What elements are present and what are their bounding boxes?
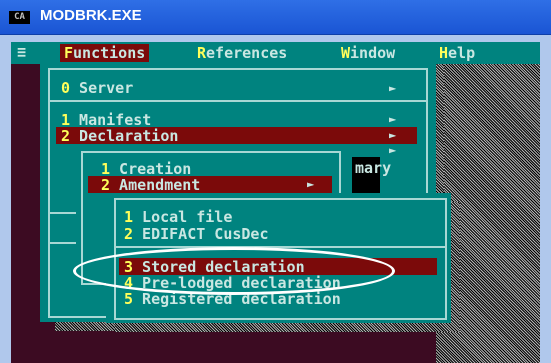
menu-references[interactable]: References xyxy=(197,44,287,62)
menu-item-manifest[interactable]: 1 Manifest xyxy=(61,112,151,128)
title-bar[interactable]: CA MODBRK.EXE xyxy=(0,0,551,35)
submenu-arrow-icon: ► xyxy=(389,81,397,95)
menu-item-local-file[interactable]: 1 Local file xyxy=(124,209,232,225)
window-title: MODBRK.EXE xyxy=(40,7,142,24)
background-frame-line xyxy=(48,242,76,244)
annotation-oval xyxy=(73,247,395,295)
menu-separator xyxy=(48,100,428,102)
menu-item-edifact-cusdec[interactable]: 2 EDIFACT CusDec xyxy=(124,226,269,242)
menu-functions[interactable]: Functions xyxy=(60,44,150,62)
menu-bar: ≡ Functions References Window Help xyxy=(11,42,540,64)
system-menu-icon[interactable]: ≡ xyxy=(17,43,26,61)
console-app-icon: CA xyxy=(9,11,30,24)
menu-item-declaration[interactable]: 2 Declaration xyxy=(61,128,178,144)
submenu-arrow-icon: ► xyxy=(389,128,397,142)
menu-item-creation[interactable]: 1 Creation xyxy=(101,161,191,177)
background-frame-line xyxy=(48,212,76,214)
menu-item-amendment[interactable]: 2 Amendment xyxy=(101,177,200,193)
background-text: mary xyxy=(355,159,392,177)
menu-help[interactable]: Help xyxy=(439,44,475,62)
submenu-arrow-icon: ► xyxy=(389,112,397,126)
submenu-arrow-icon: ► xyxy=(389,143,397,157)
dos-screen: ≡ Functions References Window Help 0 Ser… xyxy=(11,42,540,363)
menu-item-server[interactable]: 0 Server xyxy=(61,80,133,96)
submenu-arrow-icon: ► xyxy=(307,177,315,191)
menu-window[interactable]: Window xyxy=(341,44,395,62)
